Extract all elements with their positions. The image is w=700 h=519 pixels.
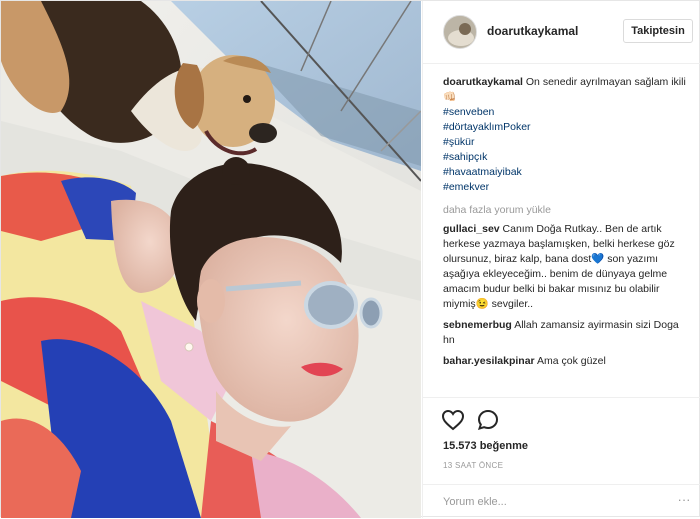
hashtag-link[interactable]: #havaatmaiyibak [443,165,691,180]
comment: gullaci_sev Canım Doğa Rutkay.. Ben de a… [443,222,691,312]
hashtag-link[interactable]: #dörtayaklımPoker [443,120,691,135]
caption-username[interactable]: doarutkaykamal [443,76,523,88]
load-more-comments-link[interactable]: daha fazla yorum yükle [443,203,691,218]
hashtag-link[interactable]: #senveben [443,105,691,120]
add-comment-input[interactable] [443,493,653,511]
comment-bubble-icon[interactable] [476,408,500,432]
header-username[interactable]: doarutkaykamal [487,24,578,38]
comment-username[interactable]: gullaci_sev [443,223,500,235]
following-button[interactable]: Takiptesin [623,19,693,43]
post-actions: 15.573 beğenme 13 SAAT ÖNCE ··· [423,397,700,518]
avatar[interactable] [443,15,477,49]
comments-list[interactable]: doarutkaykamal On senedir ayrılmayan sağ… [443,75,691,395]
post-header: doarutkaykamal Takiptesin [423,1,700,64]
hashtag-link[interactable]: #şükür [443,135,691,150]
comment-text: Canım Doğa Rutkay.. Ben de artık herkese… [443,223,675,310]
comment-text: Ama çok güzel [536,355,606,367]
comment-username[interactable]: bahar.yesilakpinar [443,355,535,367]
post-photo[interactable] [1,1,421,518]
post-side-panel: doarutkaykamal Takiptesin doarutkaykamal… [422,1,700,518]
like-heart-icon[interactable] [441,408,465,432]
comment: bahar.yesilakpinar Ama çok güzel [443,354,691,369]
more-options-icon[interactable]: ··· [677,493,691,509]
comment: sebnemerbug Allah zamansiz ayirmasin siz… [443,318,691,348]
comment-username[interactable]: sebnemerbug [443,319,512,331]
instagram-post: doarutkaykamal Takiptesin doarutkaykamal… [0,0,700,518]
hashtag-link[interactable]: #emekver [443,180,691,195]
hashtag-link[interactable]: #sahipçık [443,150,691,165]
add-comment-bar: ··· [423,484,700,519]
post-timestamp: 13 SAAT ÖNCE [443,461,504,470]
caption: doarutkaykamal On senedir ayrılmayan sağ… [443,75,691,195]
likes-count[interactable]: 15.573 beğenme [443,440,528,452]
